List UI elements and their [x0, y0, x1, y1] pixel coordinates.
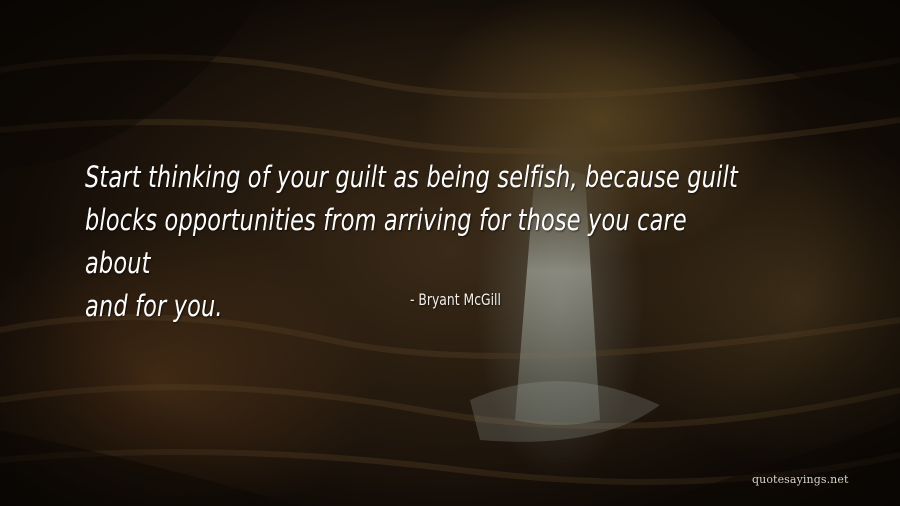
quote-line-3: and for you. [85, 289, 223, 323]
site-watermark: quotesayings.net [752, 473, 849, 486]
quote-card: Start thinking of your guilt as being se… [0, 0, 900, 506]
quote-author: - Bryant McGill [410, 290, 501, 309]
quote-line-2: blocks opportunities from arriving for t… [85, 203, 687, 280]
quote-line-1: Start thinking of your guilt as being se… [85, 160, 738, 194]
